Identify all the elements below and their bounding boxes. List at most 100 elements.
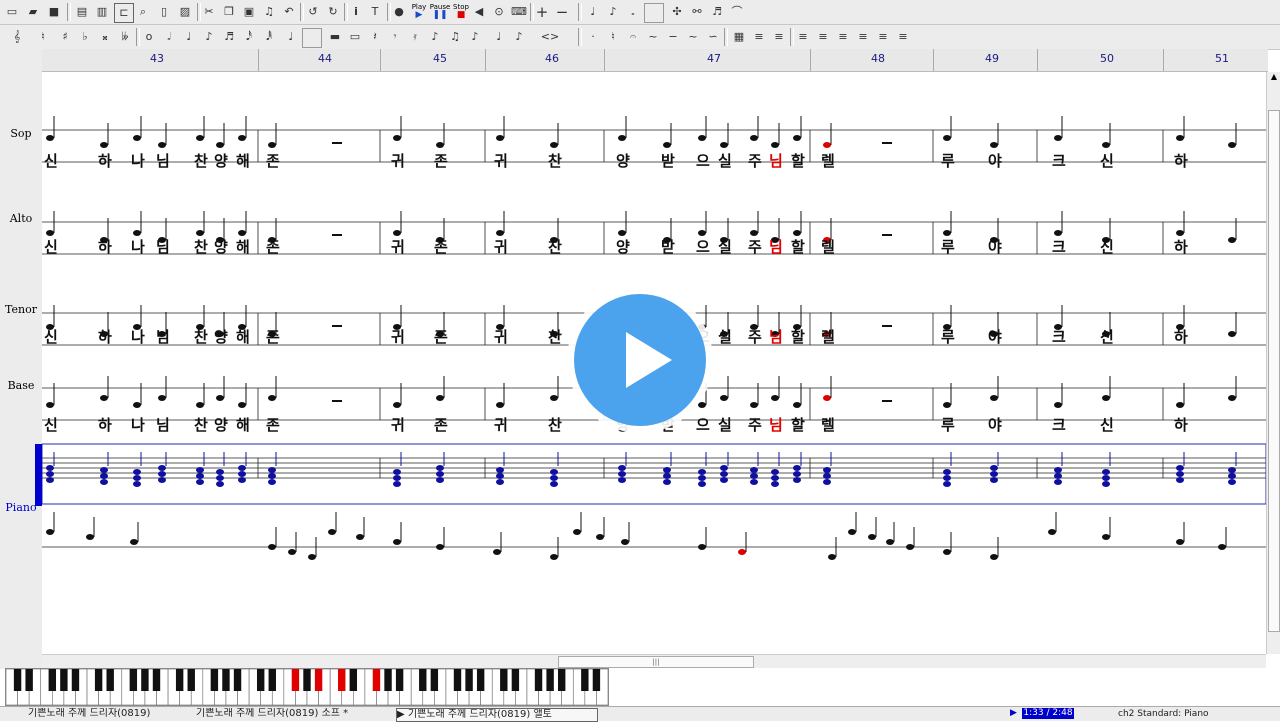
print-preview-icon[interactable]: ▥ bbox=[93, 3, 111, 21]
text-tool-icon[interactable]: T bbox=[366, 3, 384, 21]
eighth-rest-icon[interactable]: 𝄾 bbox=[386, 28, 404, 46]
whole-note-icon[interactable]: o bbox=[140, 28, 158, 46]
half-rest-icon[interactable]: ▭ bbox=[346, 28, 364, 46]
line-spacing-icon[interactable]: ≡ bbox=[874, 28, 892, 46]
black-key[interactable] bbox=[256, 669, 265, 691]
open-folder-icon[interactable]: ▰ bbox=[24, 3, 42, 21]
zoom-in-icon[interactable]: + bbox=[533, 3, 551, 21]
thirty-second-note-icon[interactable]: 𝅘𝅥𝅰 bbox=[240, 28, 258, 46]
black-key[interactable] bbox=[303, 669, 311, 691]
double-sharp-icon[interactable]: 𝄪 bbox=[96, 28, 114, 46]
tie-icon[interactable]: ♩ bbox=[490, 28, 508, 46]
beam-icon[interactable]: ♬ bbox=[708, 3, 726, 21]
voice-label-piano[interactable]: Piano bbox=[0, 501, 42, 514]
dotted-note-icon[interactable]: ♪ bbox=[426, 28, 444, 46]
voice-label-base[interactable]: Base bbox=[0, 379, 42, 392]
black-key[interactable] bbox=[430, 669, 439, 691]
task-soprano[interactable]: 기쁜노래 주께 드리자(0819) bbox=[28, 708, 186, 720]
black-key[interactable] bbox=[419, 669, 427, 691]
black-key[interactable] bbox=[476, 669, 485, 691]
slur-note-icon[interactable]: ♪ bbox=[510, 28, 528, 46]
zoom-out-icon[interactable]: − bbox=[553, 3, 571, 21]
save-icon[interactable]: ■ bbox=[45, 3, 63, 21]
black-key[interactable] bbox=[581, 669, 589, 691]
black-key[interactable] bbox=[511, 669, 520, 691]
black-key[interactable] bbox=[94, 669, 103, 691]
speaker-icon[interactable]: ◀ bbox=[470, 3, 488, 21]
trill-icon[interactable]: ~ bbox=[644, 28, 662, 46]
select-tool-icon[interactable]: ⊏ bbox=[114, 3, 134, 23]
print-icon[interactable]: ▤ bbox=[73, 3, 91, 21]
black-key[interactable] bbox=[13, 669, 22, 691]
natural-icon[interactable]: ♮ bbox=[34, 28, 52, 46]
new-file-icon[interactable]: ▭ bbox=[3, 3, 21, 21]
black-key[interactable] bbox=[349, 669, 358, 691]
black-key[interactable] bbox=[592, 669, 601, 691]
align-center-icon[interactable]: ≡ bbox=[770, 28, 788, 46]
black-key[interactable] bbox=[60, 669, 68, 691]
black-key[interactable] bbox=[372, 669, 381, 691]
slur-icon[interactable]: ⌒ bbox=[728, 3, 746, 21]
paste-icon[interactable]: ▣ bbox=[240, 3, 258, 21]
half-note-icon[interactable]: 𝅗 bbox=[624, 3, 642, 21]
align-right-icon[interactable]: ≡ bbox=[794, 28, 812, 46]
accent-icon[interactable]: ♮ bbox=[604, 28, 622, 46]
play-button[interactable]: Play ▶ bbox=[409, 3, 429, 21]
whole-rest-icon[interactable]: ▬ bbox=[326, 28, 344, 46]
black-key[interactable] bbox=[71, 669, 80, 691]
black-key[interactable] bbox=[25, 669, 33, 691]
grace-note-icon[interactable]: ♪ bbox=[466, 28, 484, 46]
double-flat-icon[interactable]: 𝄫 bbox=[116, 28, 134, 46]
black-key[interactable] bbox=[129, 669, 138, 691]
half-note-icon[interactable]: 𝅗𝅥 bbox=[160, 28, 178, 46]
turn-icon[interactable]: ∽ bbox=[704, 28, 722, 46]
black-key[interactable] bbox=[48, 669, 57, 691]
scroll-up-icon[interactable]: ▲ bbox=[1267, 72, 1280, 81]
black-key[interactable] bbox=[210, 669, 219, 691]
copy-icon[interactable]: ❐ bbox=[220, 3, 238, 21]
table-icon[interactable]: ▦ bbox=[730, 28, 748, 46]
sixteenth-rest-icon[interactable]: 𝄿 bbox=[406, 28, 424, 46]
black-key[interactable] bbox=[187, 669, 195, 691]
pause-button[interactable]: Pause ❚❚ bbox=[429, 3, 451, 21]
black-key[interactable] bbox=[291, 669, 300, 691]
fermata-icon[interactable]: 𝄐 bbox=[624, 28, 642, 46]
box-icon[interactable] bbox=[644, 3, 664, 23]
note-icon[interactable]: ♫ bbox=[260, 3, 278, 21]
clef-icon[interactable]: 𝄞 bbox=[8, 28, 26, 46]
tenuto-icon[interactable]: − bbox=[664, 28, 682, 46]
black-key[interactable] bbox=[384, 669, 392, 691]
black-key[interactable] bbox=[141, 669, 149, 691]
rest-box-icon[interactable] bbox=[302, 28, 322, 48]
black-key[interactable] bbox=[106, 669, 114, 691]
quarter-note-icon[interactable]: ♩ bbox=[584, 3, 602, 21]
redo-icon[interactable]: ↻ bbox=[324, 3, 342, 21]
indent-icon[interactable]: ≡ bbox=[834, 28, 852, 46]
cut-icon[interactable]: ✂ bbox=[200, 3, 218, 21]
voice-label-tenor[interactable]: Tenor bbox=[0, 303, 42, 316]
measure-ruler[interactable]: 43 44 45 46 47 48 49 50 51 bbox=[42, 49, 1268, 72]
sixteenth-note-icon[interactable]: ♬ bbox=[220, 28, 238, 46]
black-key[interactable] bbox=[268, 669, 276, 691]
staccato-icon[interactable]: · bbox=[584, 28, 602, 46]
align-left-icon[interactable]: ≡ bbox=[750, 28, 768, 46]
triplet-icon[interactable]: ♫ bbox=[446, 28, 464, 46]
quarter-note-icon[interactable]: ♩ bbox=[180, 28, 198, 46]
black-key[interactable] bbox=[534, 669, 543, 691]
black-key[interactable] bbox=[557, 669, 566, 691]
grid-icon[interactable]: ✣ bbox=[668, 3, 686, 21]
black-key[interactable] bbox=[546, 669, 554, 691]
quarter-rest-icon[interactable]: 𝄽 bbox=[366, 28, 384, 46]
black-key[interactable] bbox=[465, 669, 473, 691]
page-setup-icon[interactable]: ▨ bbox=[176, 3, 194, 21]
undo-icon[interactable]: ↺ bbox=[304, 3, 322, 21]
note-input-icon[interactable]: ♩ bbox=[282, 28, 300, 46]
task-soprano-edit[interactable]: 기쁜노래 주께 드리자(0819) 소프 * bbox=[196, 708, 390, 720]
voice-label-sop[interactable]: Sop bbox=[0, 127, 42, 140]
undo-history-icon[interactable]: ↶ bbox=[280, 3, 298, 21]
black-key[interactable] bbox=[338, 669, 346, 691]
black-key[interactable] bbox=[152, 669, 161, 691]
black-key[interactable] bbox=[500, 669, 508, 691]
play-overlay-button[interactable] bbox=[567, 287, 713, 433]
mordent-icon[interactable]: ~ bbox=[684, 28, 702, 46]
